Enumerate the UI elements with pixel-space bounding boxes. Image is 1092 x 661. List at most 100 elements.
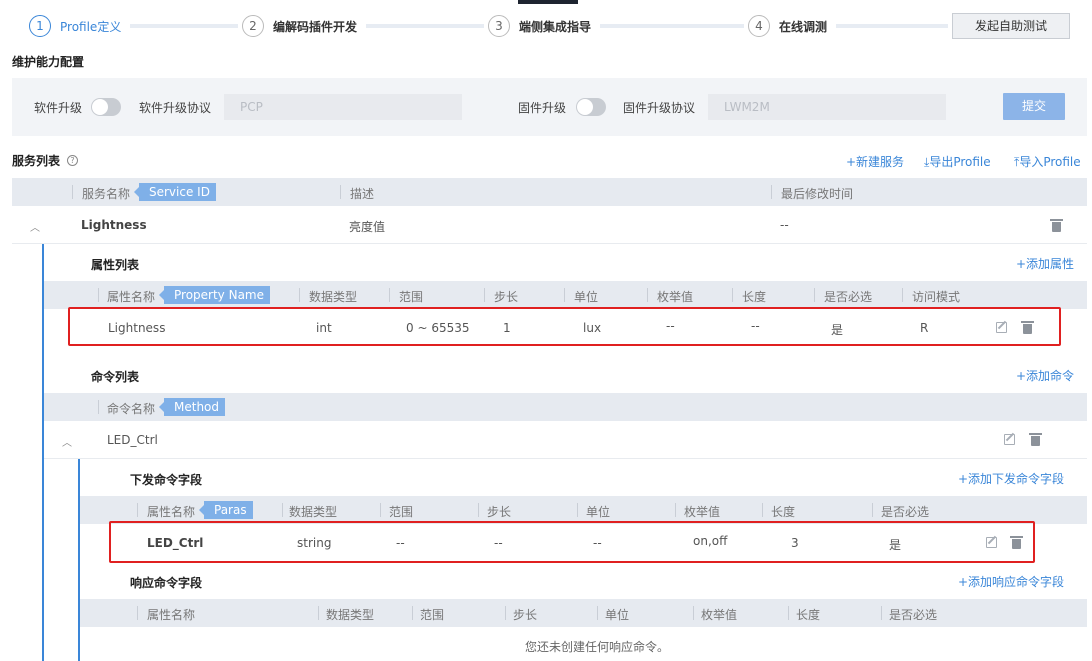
column-step: 步长	[513, 608, 538, 622]
step-1-number[interactable]: 1	[29, 15, 51, 37]
column-divider	[478, 503, 479, 517]
column-divider	[98, 288, 99, 302]
firmware-protocol-input[interactable]: LWM2M	[708, 94, 946, 120]
export-profile-link[interactable]: ⤓导出Profile	[924, 153, 991, 170]
add-resp-field-link[interactable]: +添加响应命令字段	[958, 573, 1064, 590]
column-enum: 枚举值	[657, 290, 694, 304]
service-name[interactable]: Lightness	[81, 218, 147, 232]
down-fields-table-header: 属性名称 Paras 数据类型 范围 步长 单位 枚举值 长度 是否必选	[80, 496, 1087, 524]
add-property-link[interactable]: +添加属性	[1016, 255, 1074, 272]
column-divider	[340, 185, 341, 199]
column-unit: 单位	[586, 505, 611, 519]
service-table-header: 服务名称 Service ID 描述 最后修改时间	[12, 178, 1087, 206]
column-divider	[72, 185, 73, 199]
step-4-number[interactable]: 4	[748, 15, 770, 37]
help-icon[interactable]: ?	[67, 155, 78, 166]
collapse-chevron-icon[interactable]: ︿	[62, 434, 72, 449]
column-divider	[675, 503, 676, 517]
add-down-field-link[interactable]: +添加下发命令字段	[958, 470, 1064, 487]
firmware-upgrade-toggle[interactable]	[576, 98, 606, 116]
submit-button[interactable]: 提交	[1003, 93, 1065, 120]
maintenance-title: 维护能力配置	[12, 55, 85, 69]
column-description: 描述	[350, 187, 375, 201]
step-2-number[interactable]: 2	[242, 15, 264, 37]
column-divider	[597, 606, 598, 620]
column-access-mode: 访问模式	[912, 290, 961, 304]
row-divider	[12, 243, 1087, 244]
export-profile-label: 导出Profile	[929, 155, 991, 169]
service-id-tag: Service ID	[134, 183, 216, 201]
column-divider	[762, 503, 763, 517]
firmware-upgrade-label: 固件升级	[518, 101, 567, 115]
column-range: 范围	[399, 290, 424, 304]
column-divider	[137, 503, 138, 517]
import-profile-link[interactable]: ⤒导入Profile	[1014, 153, 1081, 170]
column-divider	[732, 288, 733, 302]
step-2-label[interactable]: 编解码插件开发	[273, 18, 357, 35]
column-divider	[577, 503, 578, 517]
empty-response-message: 您还未创建任何响应命令。	[525, 640, 670, 654]
service-description: 亮度值	[349, 220, 386, 234]
highlight-property-row	[68, 307, 1061, 346]
column-required: 是否必选	[824, 290, 873, 304]
column-unit: 单位	[574, 290, 599, 304]
column-command-name: 命令名称	[107, 402, 156, 416]
self-test-button[interactable]: 发起自助测试	[952, 13, 1070, 39]
column-required: 是否必选	[889, 608, 938, 622]
software-protocol-label: 软件升级协议	[139, 101, 212, 115]
firmware-protocol-label: 固件升级协议	[623, 101, 696, 115]
column-divider	[137, 606, 138, 620]
new-service-link[interactable]: +新建服务	[846, 153, 904, 170]
edit-command-icon[interactable]	[1004, 434, 1015, 445]
column-divider	[564, 288, 565, 302]
delete-command-icon[interactable]	[1029, 433, 1042, 446]
step-connector	[130, 24, 238, 28]
delete-service-icon[interactable]	[1050, 219, 1063, 232]
step-1-label[interactable]: Profile定义	[60, 18, 121, 35]
column-required: 是否必选	[881, 505, 930, 519]
column-divider	[282, 503, 283, 517]
column-last-modified: 最后修改时间	[781, 187, 854, 201]
column-data-type: 数据类型	[326, 608, 375, 622]
column-divider	[872, 503, 873, 517]
highlight-down-field-row	[109, 521, 1035, 563]
method-tag: Method	[158, 398, 226, 416]
step-connector	[836, 24, 948, 28]
column-length: 长度	[742, 290, 767, 304]
column-length: 长度	[771, 505, 796, 519]
column-divider	[647, 288, 648, 302]
column-divider	[902, 288, 903, 302]
software-upgrade-label: 软件升级	[34, 101, 83, 115]
column-divider	[380, 503, 381, 517]
column-divider	[299, 288, 300, 302]
column-divider	[881, 606, 882, 620]
column-divider	[771, 185, 772, 199]
collapse-chevron-icon[interactable]: ︿	[30, 219, 40, 234]
step-3-label[interactable]: 端侧集成指导	[519, 18, 591, 35]
step-4-label[interactable]: 在线调测	[779, 18, 827, 35]
column-enum: 枚举值	[701, 608, 738, 622]
column-data-type: 数据类型	[309, 290, 358, 304]
add-command-link[interactable]: +添加命令	[1016, 367, 1074, 384]
column-enum: 枚举值	[684, 505, 721, 519]
service-list-title: 服务列表	[12, 154, 61, 168]
software-upgrade-toggle[interactable]	[91, 98, 121, 116]
paras-tag: Paras	[199, 501, 253, 519]
column-length: 长度	[796, 608, 821, 622]
property-list-title: 属性列表	[91, 258, 140, 272]
column-divider	[484, 288, 485, 302]
software-protocol-input[interactable]: PCP	[224, 94, 462, 120]
command-name[interactable]: LED_Ctrl	[107, 433, 158, 447]
column-divider	[412, 606, 413, 620]
column-divider	[788, 606, 789, 620]
import-profile-label: 导入Profile	[1019, 155, 1081, 169]
command-expand-guide	[78, 459, 80, 661]
down-fields-title: 下发命令字段	[130, 473, 203, 487]
column-range: 范围	[420, 608, 445, 622]
step-3-number[interactable]: 3	[488, 15, 510, 37]
column-data-type: 数据类型	[289, 505, 338, 519]
column-divider	[389, 288, 390, 302]
column-divider	[98, 400, 99, 414]
column-divider	[318, 606, 319, 620]
column-property-name: 属性名称	[147, 608, 196, 622]
